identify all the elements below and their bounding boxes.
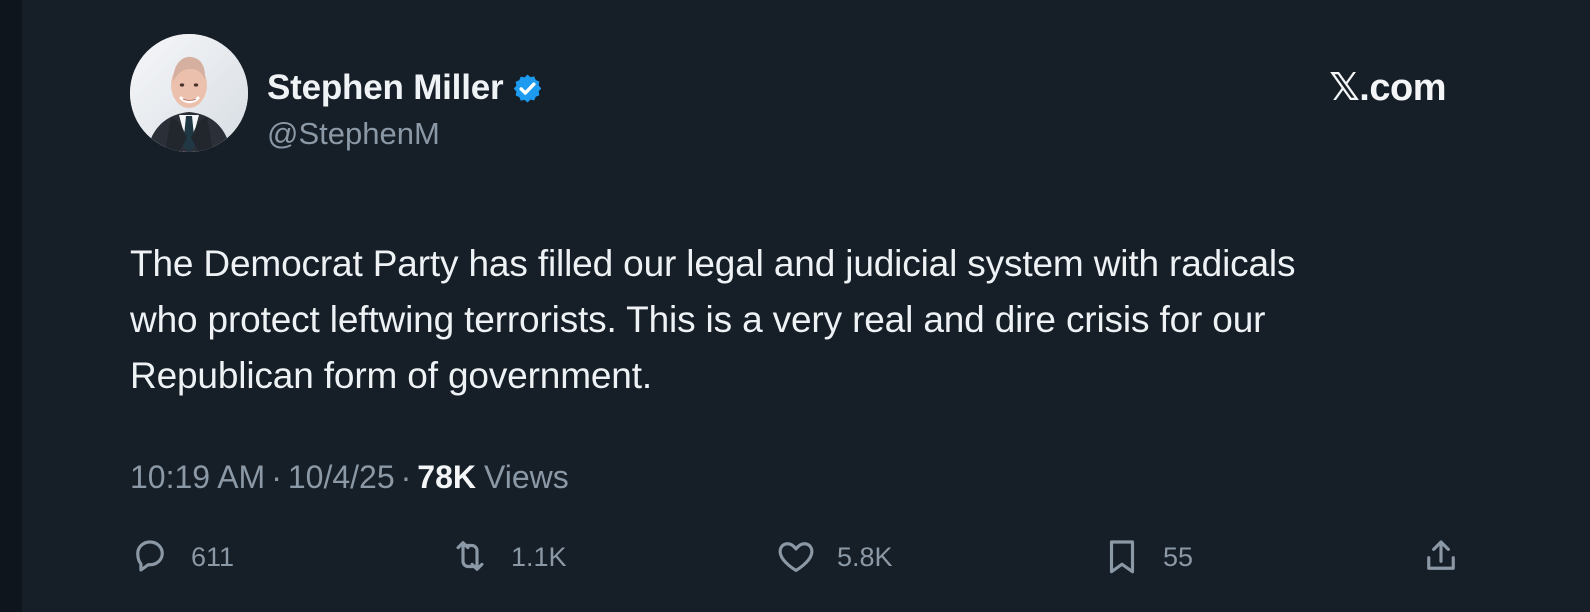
tweet-metadata: 10:19 AM · 10/4/25 · 78K Views: [130, 457, 569, 497]
share-button[interactable]: [1420, 534, 1462, 578]
heart-icon: [778, 542, 814, 572]
author-name-text[interactable]: Stephen Miller: [267, 68, 504, 108]
metadata-separator: ·: [400, 459, 412, 495]
tweet-time[interactable]: 10:19 AM: [130, 457, 265, 497]
tweet-card: Stephen Miller @StephenM 𝕏.com The Democ…: [22, 0, 1568, 612]
tweet-date[interactable]: 10/4/25: [288, 457, 395, 497]
like-count: 5.8K: [837, 542, 893, 572]
metadata-separator: ·: [271, 459, 282, 495]
avatar[interactable]: [130, 34, 248, 152]
like-button[interactable]: 5.8K: [775, 534, 893, 578]
repost-count: 1.1K: [511, 542, 567, 572]
views-label: Views: [483, 459, 569, 495]
author-display-name[interactable]: Stephen Miller: [267, 68, 544, 108]
author-handle[interactable]: @StephenM: [267, 114, 440, 154]
tweet-text-line: The Democrat Party has filled our legal …: [130, 243, 1296, 284]
views-count: 78K: [417, 459, 476, 495]
repost-icon: [456, 541, 484, 571]
bookmark-icon: [1109, 540, 1135, 574]
left-edge-strip: [0, 0, 22, 612]
tweet-text: The Democrat Party has filled our legal …: [130, 236, 1485, 404]
avatar-photo-icon: [130, 34, 248, 152]
reply-icon: [136, 540, 164, 572]
x-com-brand[interactable]: 𝕏.com: [1329, 67, 1446, 109]
bookmark-count: 55: [1163, 542, 1194, 572]
reply-button[interactable]: 611: [129, 534, 234, 578]
tweet-text-line: who protect leftwing terrorists. This is…: [130, 299, 1266, 340]
repost-button[interactable]: 1.1K: [449, 534, 567, 578]
tweet-text-line: Republican form of government.: [130, 355, 652, 396]
reply-count: 611: [191, 542, 235, 572]
verified-badge-icon: [511, 72, 544, 105]
bookmark-button[interactable]: 55: [1101, 534, 1193, 578]
share-icon: [1427, 540, 1455, 570]
